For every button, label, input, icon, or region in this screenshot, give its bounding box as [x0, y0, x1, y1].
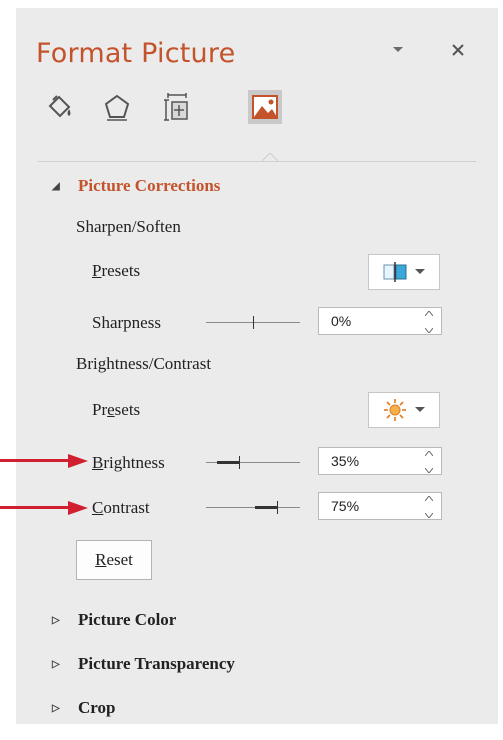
- contrast-input[interactable]: [329, 497, 413, 515]
- tab-picture[interactable]: [248, 90, 282, 124]
- section-picture-transparency[interactable]: ▷ Picture Transparency: [52, 654, 235, 674]
- sharpness-label: Sharpness: [92, 313, 161, 332]
- caret-collapsed-icon: ▷: [52, 702, 60, 714]
- tab-fill-line[interactable]: [42, 90, 76, 124]
- active-tab-indicator: [262, 153, 278, 162]
- picture-icon: [252, 95, 278, 119]
- section-label: Picture Corrections: [78, 176, 221, 195]
- close-icon: [452, 44, 464, 56]
- brightness-slider[interactable]: [206, 456, 300, 469]
- brightness-slider-fill: [217, 461, 239, 464]
- tab-effects[interactable]: [100, 90, 134, 124]
- pentagon-effects-icon: [104, 94, 130, 121]
- spin-down-icon: [425, 468, 433, 473]
- annotation-arrow-brightness: [0, 454, 92, 468]
- chevron-down-icon: [415, 407, 425, 412]
- section-crop[interactable]: ▷ Crop: [52, 698, 115, 718]
- sharpness-spin-arrows[interactable]: [423, 311, 435, 333]
- section-picture-corrections[interactable]: ◢ Picture Corrections: [52, 176, 220, 196]
- sharpness-slider[interactable]: [206, 316, 300, 329]
- brightness-presets-label: Presets: [92, 400, 141, 419]
- brightness-label: Brightness: [92, 453, 165, 472]
- brightness-spinner: [318, 447, 442, 475]
- close-pane-button[interactable]: [446, 38, 470, 62]
- brightness-presets-dropdown[interactable]: [368, 392, 440, 428]
- contrast-slider-thumb[interactable]: [277, 501, 278, 514]
- section-label: Picture Color: [78, 610, 177, 629]
- sharpen-presets-dropdown[interactable]: [368, 254, 440, 290]
- caret-collapsed-icon: ▷: [52, 614, 60, 626]
- section-picture-color[interactable]: ▷ Picture Color: [52, 610, 176, 630]
- sharpness-slider-thumb[interactable]: [253, 316, 254, 329]
- spin-down-icon: [425, 328, 433, 333]
- sharpen-preset-icon: [383, 262, 407, 282]
- annotation-arrow-contrast: [0, 501, 92, 515]
- pane-title: Format Picture: [36, 38, 236, 69]
- brightness-contrast-heading: Brightness/Contrast: [76, 354, 212, 373]
- pane-options-dropdown[interactable]: [386, 38, 410, 62]
- chevron-down-icon: [393, 47, 403, 52]
- section-label: Picture Transparency: [78, 654, 235, 673]
- section-label: Crop: [78, 698, 116, 717]
- sharpen-presets-label: Presets: [92, 261, 141, 280]
- fill-bucket-icon: [48, 95, 71, 118]
- contrast-slider[interactable]: [206, 501, 300, 514]
- brightness-spin-arrows[interactable]: [423, 451, 435, 473]
- chevron-down-icon: [415, 269, 425, 274]
- brightness-slider-thumb[interactable]: [239, 456, 240, 469]
- tab-divider: [38, 161, 476, 162]
- spin-up-icon: [425, 496, 433, 501]
- caret-expanded-icon: ◢: [52, 180, 60, 192]
- caret-collapsed-icon: ▷: [52, 658, 60, 670]
- spin-up-icon: [425, 451, 433, 456]
- sharpness-input[interactable]: [329, 312, 413, 330]
- contrast-slider-fill: [255, 506, 277, 509]
- contrast-spin-arrows[interactable]: [423, 496, 435, 518]
- contrast-spinner: [318, 492, 442, 520]
- size-properties-icon: [164, 93, 188, 121]
- sharpness-spinner: [318, 307, 442, 335]
- spin-down-icon: [425, 513, 433, 518]
- contrast-label: Contrast: [92, 498, 150, 517]
- tab-size-properties[interactable]: [160, 90, 194, 124]
- spin-up-icon: [425, 311, 433, 316]
- sun-icon: [384, 399, 406, 421]
- format-picture-pane: Format Picture ◢ Picture Corrections Sha…: [16, 8, 498, 724]
- reset-button[interactable]: Reset: [76, 540, 152, 580]
- brightness-input[interactable]: [329, 452, 413, 470]
- sharpen-soften-heading: Sharpen/Soften: [76, 217, 181, 236]
